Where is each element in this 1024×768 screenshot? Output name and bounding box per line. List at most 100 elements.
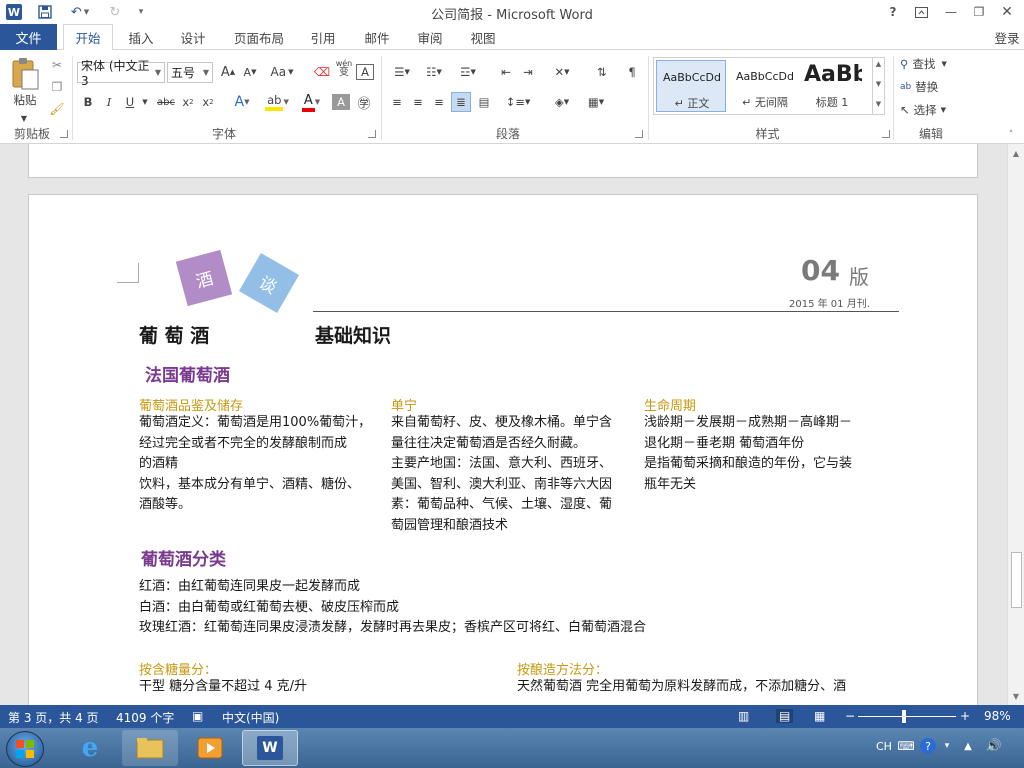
change-case-button[interactable]: Aa ▼ [268, 62, 296, 82]
strikethrough-button[interactable]: abc [155, 92, 177, 112]
ribbon-display-icon[interactable] [910, 2, 932, 22]
show-hidden-icons[interactable]: ▲ [960, 738, 976, 754]
read-mode-icon[interactable]: ▥ [738, 709, 749, 723]
zoom-out-icon[interactable]: − [845, 709, 855, 723]
chinese-layout-icon[interactable]: ✕ ▼ [548, 62, 576, 82]
collapse-ribbon-icon[interactable]: ˄ [1005, 130, 1017, 140]
tab-file[interactable]: 文件 [0, 24, 57, 50]
align-right-icon[interactable]: ≡ [430, 92, 448, 112]
copy-icon[interactable]: ❐ [48, 78, 66, 96]
language-indicator[interactable]: 中文(中国) [222, 709, 279, 726]
font-color-icon[interactable]: A ▼ [298, 92, 324, 112]
minimize-icon[interactable]: — [940, 2, 962, 22]
print-layout-icon[interactable]: ▤ [776, 709, 794, 723]
volume-icon[interactable]: 🔊 [984, 738, 1004, 754]
font-name-combo[interactable]: 宋体 (中文正3 ▼ [77, 59, 165, 88]
select-button[interactable]: ↖ 选择 ▼ [900, 100, 964, 120]
word-taskbar-icon[interactable]: W [242, 730, 298, 766]
italic-button[interactable]: I [101, 92, 117, 112]
increase-indent-icon[interactable]: ⇥ [518, 62, 538, 82]
tab-mailings[interactable]: 邮件 [354, 24, 400, 50]
paste-button[interactable]: 粘贴 [8, 90, 42, 110]
tab-home[interactable]: 开始 [63, 24, 113, 51]
text-effects-icon[interactable]: A ▼ [230, 92, 254, 112]
ime-indicator[interactable]: CH [876, 740, 892, 753]
sort-icon[interactable]: ⇅ [592, 62, 612, 82]
styles-launcher-icon[interactable] [882, 130, 890, 138]
keyboard-icon[interactable]: ⌨ [897, 738, 914, 754]
paste-icon[interactable] [8, 56, 42, 92]
superscript-button[interactable]: x2 [200, 92, 216, 112]
borders-icon[interactable]: ▦ ▼ [582, 92, 610, 112]
subscript-button[interactable]: x2 [180, 92, 196, 112]
bold-button[interactable]: B [80, 92, 96, 112]
underline-dropdown-icon[interactable]: ▼ [140, 92, 150, 112]
phonetic-guide-button[interactable]: wén 变 [334, 58, 354, 78]
tab-view[interactable]: 视图 [460, 24, 506, 50]
word-count[interactable]: 4109 个字 [116, 709, 174, 726]
classification-body: 红酒：由红葡萄连同果皮一起发酵而成 白酒：由白葡萄或红葡萄去梗、破皮压榨而成 玫… [139, 577, 899, 639]
align-center-icon[interactable]: ≡ [409, 92, 427, 112]
multilevel-list-icon[interactable]: ☲ ▼ [454, 62, 482, 82]
tab-page-layout[interactable]: 页面布局 [226, 24, 292, 50]
sign-in-link[interactable]: 登录 [990, 24, 1024, 50]
font-size-combo[interactable]: 五号 ▼ [167, 62, 213, 83]
distributed-icon[interactable]: ▤ [474, 92, 494, 112]
style-normal[interactable]: AaBbCcDd ↵ 正文 [656, 60, 726, 112]
web-layout-icon[interactable]: ▦ [814, 709, 825, 723]
style-no-spacing[interactable]: AaBbCcDd ↵ 无间隔 [730, 60, 800, 112]
replace-button[interactable]: ab 替换 [900, 77, 964, 97]
restore-icon[interactable]: ❐ [968, 2, 990, 22]
cut-icon[interactable]: ✂ [48, 56, 66, 74]
paragraph-launcher-icon[interactable] [635, 130, 643, 138]
scroll-down-icon[interactable]: ▼ [1008, 689, 1024, 703]
media-player-icon[interactable] [182, 730, 238, 766]
font-launcher-icon[interactable] [368, 130, 376, 138]
underline-button[interactable]: U [122, 92, 138, 112]
find-button[interactable]: ⚲ 查找 ▼ [900, 54, 964, 74]
show-marks-icon[interactable]: ¶ [622, 62, 642, 82]
styles-scroll[interactable]: ▲ ▼ ▼ [873, 57, 885, 115]
ie-icon[interactable]: e [62, 730, 118, 766]
styles-gallery: AaBbCcDd ↵ 正文 AaBbCcDd ↵ 无间隔 AaBb 标题 1 [653, 57, 873, 115]
character-border-button[interactable]: A [356, 64, 374, 80]
style-heading-1[interactable]: AaBb 标题 1 [802, 60, 862, 112]
justify-icon[interactable]: ≣ [451, 92, 471, 112]
align-left-icon[interactable]: ≡ [388, 92, 406, 112]
bullets-icon[interactable]: ☰ ▼ [388, 62, 416, 82]
help-tray-icon[interactable]: ? [920, 738, 936, 754]
vertical-scrollbar[interactable]: ▲ ▼ [1007, 144, 1024, 705]
decrease-indent-icon[interactable]: ⇤ [496, 62, 516, 82]
format-painter-icon[interactable]: 🖌 [48, 100, 66, 118]
character-shading-button[interactable]: A [332, 94, 350, 110]
help-icon[interactable]: ? [882, 2, 904, 22]
zoom-in-icon[interactable]: + [960, 709, 970, 723]
numbering-icon[interactable]: ☷ ▼ [420, 62, 448, 82]
tray-chevron-icon[interactable]: ▾ [940, 738, 954, 754]
enclose-characters-icon[interactable]: ㊫ [354, 92, 374, 112]
tab-design[interactable]: 设计 [170, 24, 216, 50]
zoom-slider-thumb[interactable] [902, 710, 906, 723]
proofing-icon[interactable]: ▣ [192, 709, 203, 723]
scroll-up-icon[interactable]: ▲ [873, 60, 884, 68]
tab-review[interactable]: 审阅 [407, 24, 453, 50]
zoom-slider[interactable] [858, 716, 956, 717]
tab-insert[interactable]: 插入 [118, 24, 164, 50]
scrollbar-thumb[interactable] [1011, 552, 1022, 608]
clear-formatting-icon[interactable]: ⌫ [312, 62, 332, 82]
highlight-color-icon[interactable]: ab ▼ [262, 92, 292, 112]
shading-icon[interactable]: ◈ ▼ [548, 92, 576, 112]
shrink-font-icon[interactable]: A ▼ [240, 62, 260, 82]
scroll-up-icon[interactable]: ▲ [1008, 146, 1024, 160]
clipboard-launcher-icon[interactable] [60, 130, 68, 138]
start-button[interactable] [6, 731, 44, 767]
tab-references[interactable]: 引用 [300, 24, 346, 50]
zoom-level[interactable]: 98% [984, 709, 1011, 723]
explorer-icon[interactable] [122, 730, 178, 766]
more-styles-icon[interactable]: ▼ [873, 100, 884, 108]
grow-font-icon[interactable]: A ▲ [218, 62, 238, 82]
page-count[interactable]: 第 3 页，共 4 页 [8, 709, 99, 726]
scroll-down-icon[interactable]: ▼ [873, 80, 884, 88]
line-spacing-icon[interactable]: ↕≡ ▼ [504, 92, 532, 112]
close-icon[interactable]: ✕ [996, 2, 1018, 22]
